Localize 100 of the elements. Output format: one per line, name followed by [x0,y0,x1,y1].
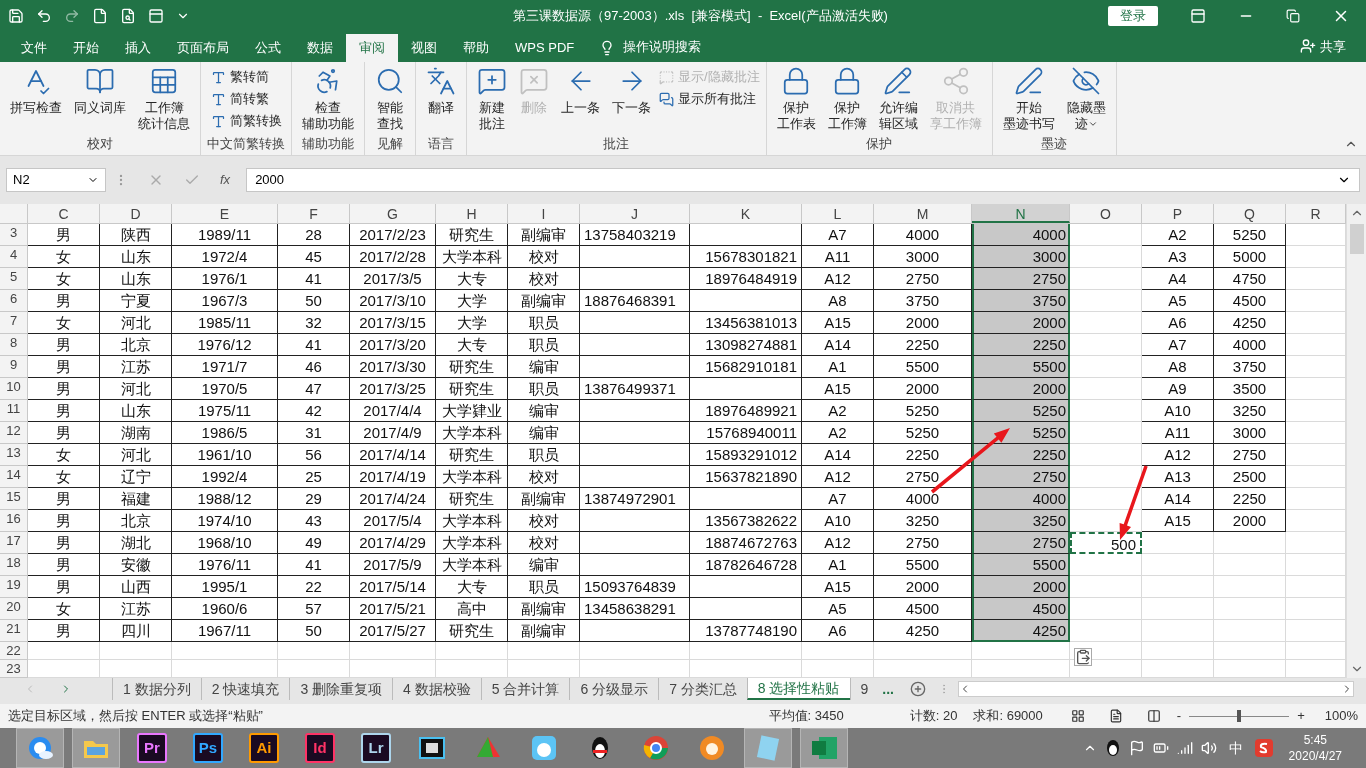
app-icon[interactable]: Ps [193,733,223,763]
column-header[interactable]: K [690,204,802,223]
undo-icon[interactable] [36,8,52,24]
ribbon-button[interactable]: 显示所有批注 [659,88,760,110]
ribbon-button[interactable]: 工作簿 统计信息 [134,66,194,132]
ribbon-tab[interactable]: 数据 [294,34,346,62]
zoom-slider[interactable] [1189,710,1290,722]
row-header[interactable]: 12 [0,422,28,444]
row-header[interactable]: 15 [0,488,28,510]
column-header[interactable]: N [972,204,1070,223]
more-tabs[interactable]: ... [878,678,898,700]
scrollbar-thumb[interactable] [1349,224,1364,254]
input-method[interactable]: 中 [1228,737,1243,759]
row-header[interactable]: 11 [0,400,28,422]
column-header[interactable]: Q [1214,204,1286,223]
paste-options-icon[interactable] [1074,648,1092,666]
zoom-out-button[interactable]: - [1176,706,1182,726]
row-header[interactable]: 4 [0,246,28,268]
ribbon-button[interactable]: 拼写检查 [6,66,66,116]
row-header[interactable]: 7 [0,312,28,334]
volume-icon[interactable] [1200,740,1217,756]
share-button[interactable]: 共享 [1300,36,1346,56]
sheet-tab[interactable]: 5 合并计算 [480,678,570,700]
page-break-icon[interactable] [1146,709,1161,723]
column-header[interactable]: F [278,204,350,223]
sheet-tab[interactable]: 7 分类汇总 [658,678,747,700]
sheet-tab[interactable]: 1 数据分列 [112,678,201,700]
ribbon-button[interactable]: 新建 批注 [473,66,511,132]
battery-icon[interactable] [1152,740,1169,756]
column-header[interactable]: J [580,204,690,223]
new-file-icon[interactable] [92,8,108,24]
zoom-in-button[interactable]: + [1297,706,1305,726]
row-header[interactable]: 17 [0,532,28,554]
row-header[interactable]: 23 [0,660,28,678]
column-header[interactable]: G [350,204,436,223]
ribbon-button[interactable]: 保护 工作簿 [823,66,871,132]
ribbon-button[interactable]: 繁转简 [210,66,282,88]
ribbon-tab[interactable]: 页面布局 [164,34,242,62]
sheet-tab[interactable]: 3 删除重复项 [289,678,393,700]
ribbon-button[interactable]: 允许编 辑区域 [874,66,922,132]
sheet-tab[interactable]: 4 数据校验 [392,678,481,700]
row-header[interactable]: 10 [0,378,28,400]
signal-icon[interactable] [1176,740,1193,756]
insert-function-button[interactable]: fx [220,170,231,190]
ime-logo-icon[interactable] [1254,739,1273,757]
sheet-tab[interactable]: 8 选择性粘贴 [746,678,850,700]
row-header[interactable]: 13 [0,444,28,466]
chrome-icon[interactable] [641,733,671,763]
sheet-tab[interactable]: 9 [849,678,879,700]
flag-icon[interactable] [1128,740,1145,756]
penguin-icon[interactable] [1104,739,1121,757]
sheet-tab[interactable]: 6 分级显示 [569,678,659,700]
row-header[interactable]: 9 [0,356,28,378]
ribbon-button[interactable]: 上一条 [557,66,604,116]
ribbon-tab[interactable]: 文件 [8,34,60,62]
app-icon[interactable]: Lr [361,733,391,763]
ribbon-button[interactable]: 同义词库 [70,66,130,116]
name-box[interactable]: N2 [6,168,106,192]
ribbon-button[interactable]: 隐藏墨 迹 [1062,66,1110,132]
form-icon[interactable] [148,8,164,24]
row-header[interactable]: 20 [0,598,28,620]
ribbon-tab[interactable]: 帮助 [450,34,502,62]
ribbon-tab[interactable]: WPS PDF [502,34,588,62]
row-header[interactable]: 14 [0,466,28,488]
page-layout-icon[interactable] [1108,709,1123,723]
ribbon-button[interactable]: 检查 辅助功能 [298,66,358,132]
ribbon-button[interactable]: 简转繁 [210,88,282,110]
save-icon[interactable] [8,8,24,24]
column-header[interactable]: H [436,204,508,223]
column-header[interactable]: D [100,204,172,223]
column-header[interactable]: O [1070,204,1142,223]
add-sheet-icon[interactable] [909,681,926,697]
print-preview-icon[interactable] [120,8,136,24]
ribbon-button[interactable]: 智能 查找 [371,66,409,132]
app-icon[interactable]: Id [305,733,335,763]
row-header[interactable]: 18 [0,554,28,576]
sheet-tab[interactable]: 2 快速填充 [200,678,290,700]
tell-me-search[interactable]: 操作说明搜索 [623,36,702,56]
login-button[interactable]: 登录 [1108,6,1158,26]
row-header[interactable]: 6 [0,290,28,312]
ribbon-button[interactable]: 简繁转换 [210,110,282,132]
row-header[interactable]: 22 [0,642,28,660]
normal-view-icon[interactable] [1070,709,1085,723]
ribbon-button[interactable]: 翻译 [422,66,460,116]
slider-thumb[interactable] [1237,710,1242,722]
clock-time[interactable]: 5:45 [1303,732,1327,748]
row-header[interactable]: 5 [0,268,28,290]
app-icon[interactable]: Pr [137,733,167,763]
column-header[interactable]: I [508,204,580,223]
column-header[interactable]: P [1142,204,1214,223]
formula-input[interactable]: 2000 [246,168,1360,192]
ribbon-tab[interactable]: 公式 [242,34,294,62]
column-header[interactable]: E [172,204,278,223]
row-header[interactable]: 8 [0,334,28,356]
ribbon-tab[interactable]: 插入 [112,34,164,62]
zoom-level[interactable]: 100% [1324,706,1358,726]
restore-icon[interactable] [1286,9,1300,23]
vertical-scrollbar[interactable] [1346,204,1366,678]
row-header[interactable]: 19 [0,576,28,598]
ribbon-button[interactable]: 开始 墨迹书写 [998,66,1059,132]
